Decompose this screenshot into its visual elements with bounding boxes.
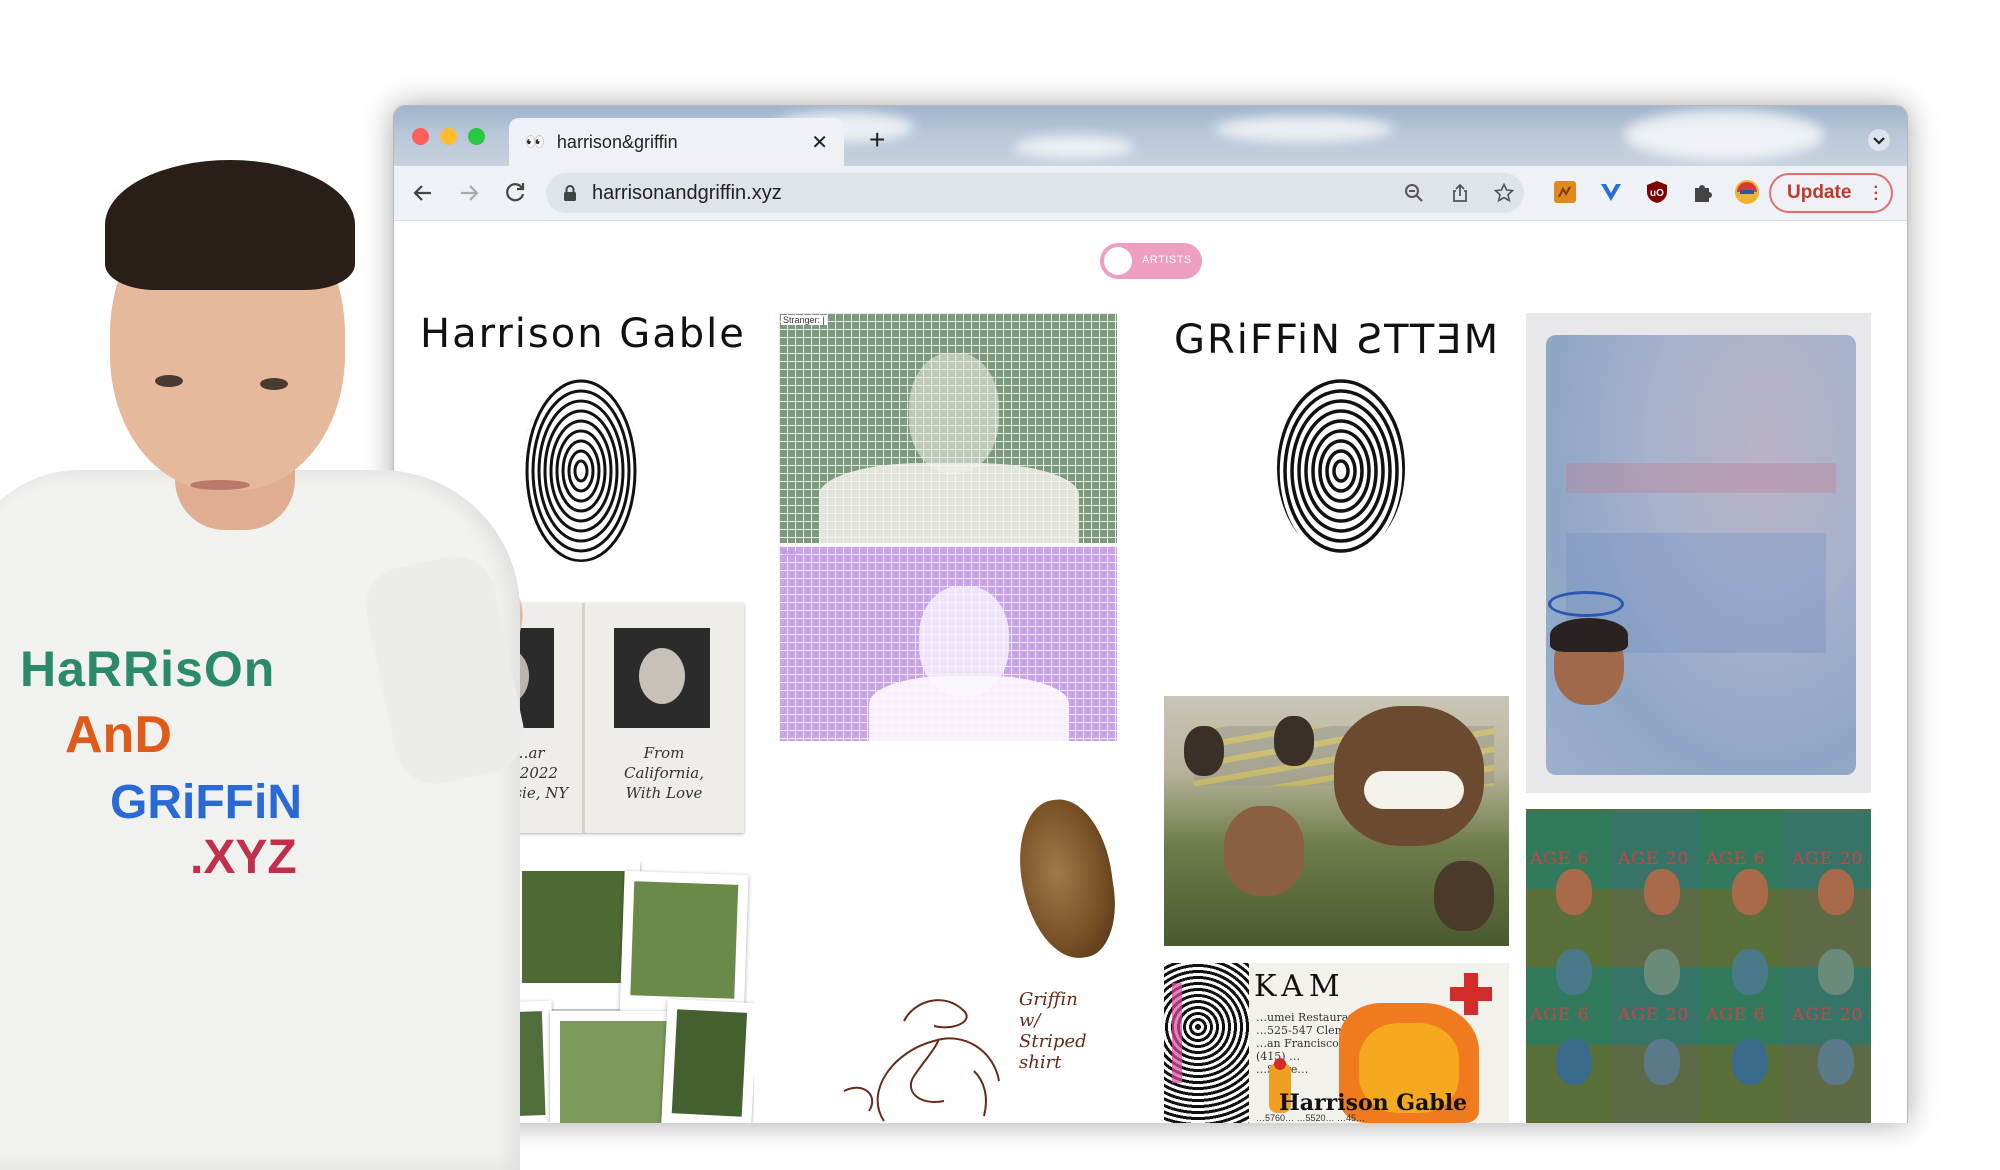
tab-close-icon[interactable]: ✕ [811,130,828,155]
shirt-text-line-1: HaRRisOn [20,641,276,697]
passport-scan-image[interactable] [1526,313,1871,793]
title-bar: 👀 harrison&griffin ✕ + [394,106,1907,166]
tab-harrison-griffin[interactable]: 👀 harrison&griffin ✕ [509,118,844,166]
page-content: ARTISTS Harrison Gable …ar … 2022 …psie,… [394,221,1907,1123]
artist-name-harrison[interactable]: Harrison Gable [420,311,746,357]
head [110,190,345,490]
polaroid-stack-image[interactable] [414,861,754,1123]
mouth [190,480,250,490]
artist-name-griffin[interactable]: GRiFFiN ƧTTƎM [1174,317,1500,363]
hair [105,160,355,290]
eyes-icon: 👀 [525,134,545,151]
age-grid-image[interactable]: AGE 6 AGE 20 AGE 6 AGE 20 AGE 6 AGE 20 A… [1526,809,1871,1123]
address-bar[interactable]: harrisonandgriffin.xyz [546,173,1524,213]
extensions-puzzle-icon[interactable] [1690,179,1716,205]
shirt-text-line-3: GRiFFiN [110,776,302,829]
shirt-text-line-2: AnD [65,706,172,764]
toggle-label: ARTISTS [1142,254,1192,266]
collage-header: KAM [1254,969,1346,1004]
bread-piece-image[interactable] [1011,793,1123,965]
yearbook-caption-left: …ar … 2022 …psie, NY [489,744,569,802]
stranger-label: Stranger: | [781,315,827,325]
age-label-20-d: AGE 20 [1792,1005,1864,1025]
extension-orange-icon[interactable] [1552,179,1578,205]
ascii-stranger-image[interactable]: Stranger: | [779,313,1117,543]
ublock-origin-icon[interactable]: uO [1644,179,1670,205]
bookmark-star-icon[interactable] [1494,183,1514,203]
shirt-text-line-4: .XYZ [190,831,297,884]
receipt-collage-image[interactable]: KAM …umei Restaurant Supply …525-547 Cle… [1164,963,1509,1123]
fingerprint-harrison-image[interactable] [519,371,644,566]
toggle-knob [1104,247,1132,275]
toolbar: harrisonandgriffin.xyz uO Update · · · [394,166,1907,221]
left-eye [155,375,183,387]
age-label-20-b: AGE 20 [1792,849,1864,869]
tab-search-chevron-icon[interactable] [1867,128,1891,152]
age-label-6-c: AGE 6 [1530,1005,1590,1025]
reload-icon[interactable] [502,180,528,206]
lock-icon [564,185,576,201]
sketch-caption-text: Griffin w/ Striped shirt [1019,989,1087,1073]
profile-avatar-icon[interactable] [1734,179,1760,205]
maximize-window-button[interactable] [468,128,485,145]
share-icon[interactable] [1450,183,1470,203]
back-arrow-icon[interactable] [410,180,436,206]
menu-dots-icon[interactable]: · · · [1874,180,1879,208]
update-label: Update [1787,182,1852,203]
browser-window: 👀 harrison&griffin ✕ + harrisonandgriffi… [393,105,1908,1123]
age-label-20: AGE 20 [1618,849,1690,869]
new-tab-button[interactable]: + [869,126,885,154]
ascii-you-image[interactable]: You: [779,546,1117,741]
age-label-6-b: AGE 6 [1706,849,1766,869]
age-label-6: AGE 6 [1530,849,1590,869]
age-label-20-c: AGE 20 [1618,1005,1690,1025]
artists-toggle[interactable]: ARTISTS [1100,243,1202,279]
url-text: harrisonandgriffin.xyz [592,182,782,204]
tab-title: harrison&griffin [556,131,678,152]
close-window-button[interactable] [412,128,429,145]
forward-arrow-icon[interactable] [456,180,482,206]
minimize-window-button[interactable] [440,128,457,145]
yearbook-image[interactable]: …ar … 2022 …psie, NY From California, Wi… [424,603,744,833]
yearbook-caption-right: From California, With Love [624,744,704,802]
age-label-6-d: AGE 6 [1706,1005,1766,1025]
svg-text:uO: uO [1650,188,1664,199]
you-label: You: [781,548,799,558]
zoom-icon[interactable] [1404,183,1424,203]
group-photo-image[interactable] [1164,696,1509,946]
update-button[interactable]: Update · · · [1769,173,1893,213]
right-eye [260,378,288,390]
neck [175,420,295,530]
fingerprint-griffin-image[interactable] [1274,376,1409,561]
extension-blue-icon[interactable] [1598,179,1624,205]
